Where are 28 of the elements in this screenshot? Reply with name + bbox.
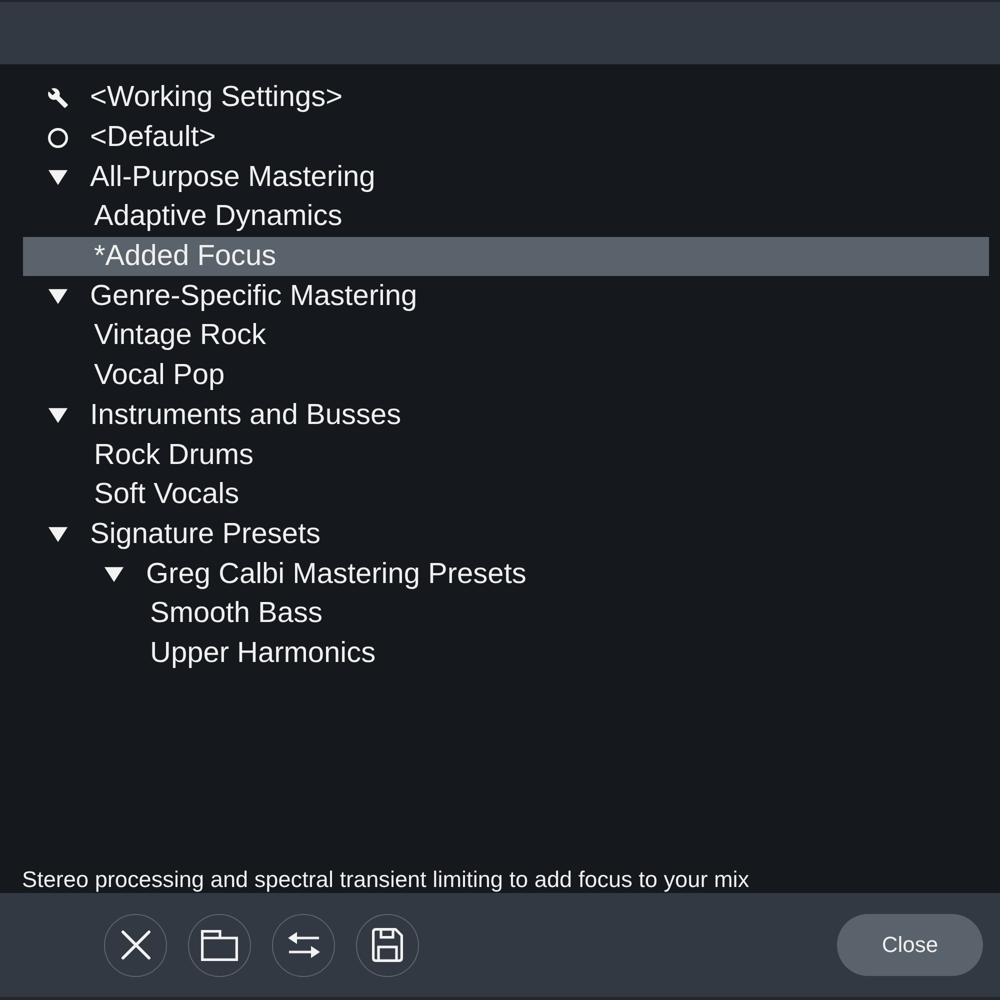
- preset-item[interactable]: Rock Drums: [23, 435, 989, 475]
- wrench-icon: [48, 88, 68, 108]
- folder-item[interactable]: All-Purpose Mastering: [23, 157, 989, 198]
- close-button[interactable]: Close: [837, 914, 983, 976]
- folder-item[interactable]: Genre-Specific Mastering: [23, 276, 989, 316]
- preset-description: Stereo processing and spectral transient limiting to add focus to your mix: [21, 866, 750, 893]
- circle-icon: [48, 128, 68, 148]
- preset-item[interactable]: <Default>: [23, 118, 989, 158]
- preset-item[interactable]: Adaptive Dynamics: [23, 197, 989, 237]
- save-icon: [372, 928, 403, 962]
- folder-item[interactable]: Signature Presets: [23, 514, 989, 554]
- triangle-icon[interactable]: [104, 566, 124, 583]
- folder-icon: [201, 930, 238, 960]
- preset-item[interactable]: Vocal Pop: [23, 356, 989, 396]
- triangle-icon[interactable]: [48, 168, 68, 186]
- x-icon: [120, 930, 150, 960]
- preset-item[interactable]: *Added Focus: [23, 236, 989, 276]
- triangle-icon[interactable]: [48, 526, 68, 543]
- triangle-icon[interactable]: [48, 406, 68, 424]
- preset-item[interactable]: Vintage Rock: [23, 316, 989, 356]
- swap-arrows-icon: [288, 930, 320, 960]
- preset-item[interactable]: Upper Harmonics: [23, 634, 989, 674]
- preset-item[interactable]: Smooth Bass: [23, 594, 989, 634]
- preset-item[interactable]: Soft Vocals: [23, 474, 989, 515]
- folder-item[interactable]: Greg Calbi Mastering Presets: [23, 554, 989, 594]
- triangle-icon[interactable]: [48, 288, 68, 305]
- folder-item[interactable]: Instruments and Busses: [23, 396, 989, 436]
- preset-item[interactable]: <Working Settings>: [23, 78, 989, 118]
